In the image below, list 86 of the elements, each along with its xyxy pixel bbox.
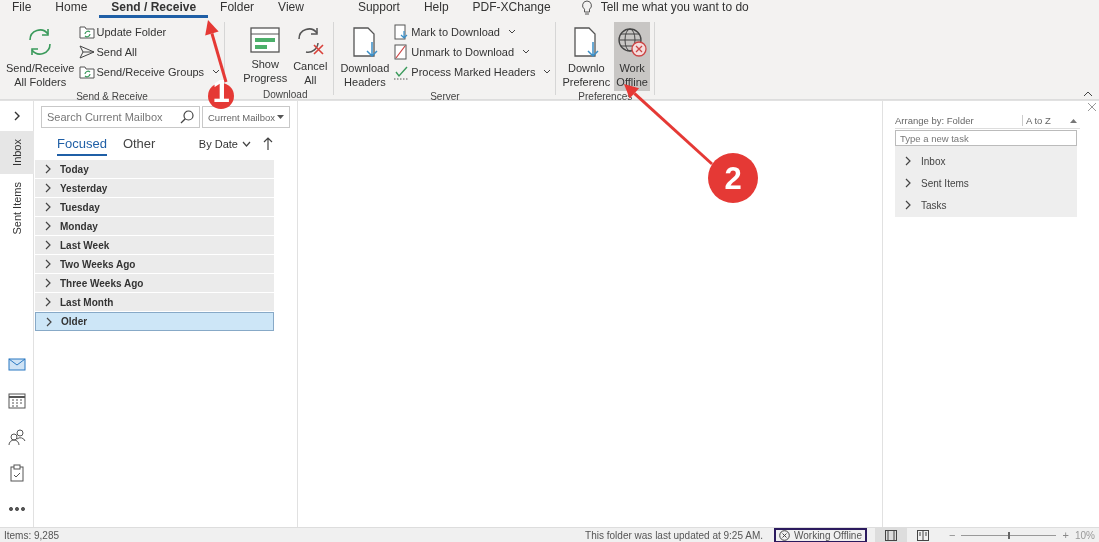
search-field[interactable]: Search Current Mailbox xyxy=(41,106,200,128)
reading-view-icon xyxy=(917,529,929,541)
menu-tab[interactable]: Support xyxy=(345,0,412,18)
expand-icon xyxy=(12,111,21,121)
group-header[interactable]: Older xyxy=(35,312,274,331)
close-icon xyxy=(1087,102,1097,112)
zoom-level: 10% xyxy=(1074,529,1095,541)
scope-dropdown[interactable]: Current Mailbox xyxy=(202,106,290,128)
new-task-field[interactable]: Type a new task xyxy=(895,130,1077,146)
progress-window-icon xyxy=(249,26,282,54)
step-number-badge: 2 xyxy=(708,153,758,203)
group-header[interactable]: Yesterday xyxy=(35,179,274,198)
sort-order-icon xyxy=(263,137,273,151)
group-header[interactable]: Last Week xyxy=(35,236,274,255)
menu-tab[interactable]: PDF-XChange xyxy=(460,0,563,18)
menu-tab[interactable]: Folder xyxy=(208,0,267,18)
lightbulb-icon xyxy=(580,0,593,16)
sort-button[interactable]: By Date xyxy=(198,138,251,150)
normal-view-icon xyxy=(885,529,897,541)
group-header[interactable]: Tuesday xyxy=(35,198,274,217)
calendar-icon[interactable] xyxy=(7,392,26,410)
chevron-icon xyxy=(905,156,912,166)
list-tab[interactable]: Other xyxy=(122,132,156,156)
group-header[interactable]: Last Month xyxy=(35,293,274,312)
chevron-icon xyxy=(46,316,53,327)
caret-icon xyxy=(242,141,251,147)
ribbon-button[interactable]: Process Marked Headers xyxy=(393,64,552,80)
caret-icon xyxy=(543,69,552,75)
clipboard-check-icon[interactable] xyxy=(7,464,26,482)
sort-order-label[interactable]: A to Z xyxy=(1022,115,1070,126)
side-tab[interactable]: Inbox xyxy=(0,131,34,174)
item-count: Items: 9,285 xyxy=(4,529,60,541)
caret-icon xyxy=(508,29,516,35)
globe-offline-icon xyxy=(616,26,649,58)
send-icon xyxy=(78,44,95,60)
caret-icon xyxy=(1070,118,1077,123)
task-group-header[interactable]: Inbox xyxy=(895,150,1077,172)
collapse-icon xyxy=(1083,91,1093,97)
ribbon-button[interactable]: Downlo Preferenc xyxy=(560,22,613,91)
document-download-icon xyxy=(571,26,602,58)
offline-icon xyxy=(779,529,790,541)
unmark-icon xyxy=(393,44,410,60)
group-label: Server xyxy=(429,91,461,103)
mark-download-icon xyxy=(393,24,410,40)
group-header[interactable]: Two Weeks Ago xyxy=(35,255,274,274)
menu-tab[interactable]: Help xyxy=(411,0,461,18)
ribbon-button[interactable]: Mark to Download xyxy=(393,24,552,40)
ribbon-button[interactable]: Download Headers xyxy=(338,22,392,91)
offline-status[interactable]: Working Offline xyxy=(774,527,867,542)
ribbon-button[interactable]: Send/Receive Groups xyxy=(78,64,221,80)
mail-icon[interactable] xyxy=(7,356,26,374)
arrange-label[interactable]: Arrange by: Folder xyxy=(895,115,1022,126)
group-label: Preferences xyxy=(577,91,634,103)
menu-tab[interactable]: Send / Receive xyxy=(99,0,209,18)
ribbon-button[interactable]: Send All xyxy=(78,44,221,60)
group-label: Download xyxy=(262,89,309,101)
slider-thumb[interactable] xyxy=(1007,531,1010,539)
folder-sync-icon xyxy=(78,64,95,80)
caret-icon xyxy=(277,115,284,119)
tell-me-field[interactable]: Tell me what you want to do xyxy=(600,0,749,14)
ribbon-button[interactable]: Cancel All xyxy=(291,22,330,89)
caret-icon xyxy=(522,49,531,55)
group-header[interactable]: Three Weeks Ago xyxy=(35,274,274,293)
side-tab[interactable]: Sent Items xyxy=(0,173,34,243)
task-group-header[interactable]: Sent Items xyxy=(895,172,1077,194)
list-tab[interactable]: Focused xyxy=(57,132,107,156)
task-group-header[interactable]: Tasks xyxy=(895,194,1077,216)
chevron-icon xyxy=(905,200,912,210)
ribbon-button[interactable]: Unmark to Download xyxy=(393,44,552,60)
ribbon-button[interactable]: Update Folder xyxy=(78,24,221,40)
checkmark-icon xyxy=(393,64,410,80)
search-icon xyxy=(180,110,194,124)
folder-sync-icon xyxy=(78,24,95,40)
ribbon-button[interactable]: Work Offline xyxy=(614,22,651,91)
ribbon-button[interactable]: Send/Receive All Folders xyxy=(4,22,77,91)
ribbon-button[interactable]: Show Progress xyxy=(241,22,290,89)
caret-icon xyxy=(212,69,221,75)
menu-tab[interactable]: View xyxy=(266,0,316,18)
people-icon[interactable] xyxy=(7,428,26,446)
group-header[interactable]: Monday xyxy=(35,217,274,236)
chevron-icon xyxy=(905,178,912,188)
menu-tab[interactable]: Home xyxy=(43,0,100,18)
group-header[interactable]: Today xyxy=(35,160,274,179)
menu-tab[interactable]: File xyxy=(0,0,44,18)
group-label: Send & Receive xyxy=(75,91,149,103)
update-status: This folder was last updated at 9:25 AM. xyxy=(585,529,763,541)
